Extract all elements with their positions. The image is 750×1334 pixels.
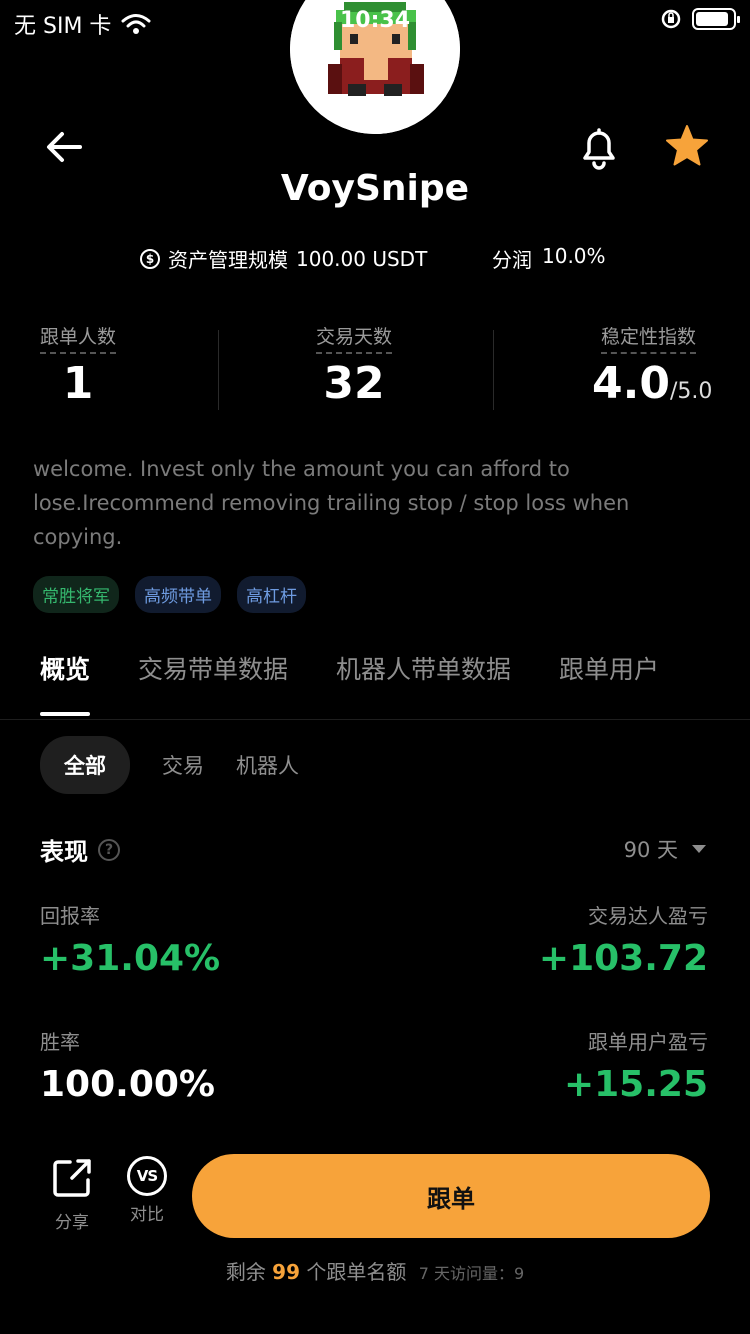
- bell-icon: [583, 128, 615, 170]
- performance-title: 表现: [40, 838, 88, 866]
- trading-days-value: 32: [323, 358, 385, 409]
- profit-share-value: 10.0%: [542, 244, 606, 268]
- profit-share-label: 分润: [492, 248, 532, 272]
- aum-value: 100.00 USDT: [296, 246, 428, 271]
- visits-count: 7 天访问量：9: [418, 1264, 525, 1283]
- stability-label: 稳定性指数: [600, 322, 696, 354]
- profit-share-info: 分润 10.0%: [492, 244, 606, 273]
- star-icon: [666, 125, 708, 166]
- notification-button[interactable]: [572, 120, 626, 174]
- compare-button[interactable]: VS 对比: [122, 1156, 172, 1225]
- sub-tabs: 全部 交易 机器人: [40, 736, 299, 794]
- trader-name: VoySnipe: [280, 168, 470, 209]
- help-icon[interactable]: ?: [98, 838, 120, 861]
- tabs-divider: [0, 719, 750, 720]
- arrow-left-icon: [47, 132, 82, 162]
- share-label: 分享: [55, 1213, 89, 1233]
- subtab-bot[interactable]: 机器人: [236, 750, 299, 780]
- trader-tags: 常胜将军 高频带单 高杠杆: [33, 576, 306, 613]
- vs-icon: VS: [127, 1156, 167, 1196]
- period-value: 90 天: [623, 838, 678, 862]
- stability-value: 4.0: [592, 358, 670, 409]
- win-rate-label: 胜率: [40, 1030, 80, 1054]
- aum-label: 资产管理规模: [168, 248, 288, 272]
- copier-pnl-label: 跟单用户盈亏: [588, 1030, 708, 1054]
- stat-divider: [218, 330, 219, 410]
- subtab-trade[interactable]: 交易: [162, 750, 204, 780]
- trader-pnl-label: 交易达人盈亏: [588, 904, 708, 928]
- favorite-button[interactable]: [660, 120, 714, 174]
- stability-value-row: 4.0/5.0: [592, 358, 712, 409]
- tab-bot-data[interactable]: 机器人带单数据: [336, 650, 511, 716]
- trading-days-label: 交易天数: [316, 322, 393, 354]
- share-button[interactable]: 分享: [44, 1156, 100, 1233]
- quota-info: 剩余 99 个跟单名额 7 天访问量：9: [0, 1256, 750, 1285]
- trading-days-stat[interactable]: 交易天数 32: [316, 322, 393, 409]
- main-tabs: 概览 交易带单数据 机器人带单数据 跟单用户: [40, 650, 659, 716]
- copy-trade-button[interactable]: 跟单: [192, 1154, 710, 1238]
- tag-badge: 高频带单: [135, 576, 221, 613]
- stat-divider: [493, 330, 494, 410]
- tab-trade-data[interactable]: 交易带单数据: [138, 650, 288, 716]
- quota-suffix: 个跟单名额: [306, 1260, 407, 1284]
- stability-max: /5.0: [669, 379, 713, 404]
- aum-info: $ 资产管理规模 100.00 USDT: [140, 244, 427, 273]
- copier-pnl-value: +15.25: [563, 1064, 708, 1105]
- trader-description: welcome. Invest only the amount you can …: [33, 457, 630, 549]
- stability-stat[interactable]: 稳定性指数 4.0/5.0: [592, 322, 712, 409]
- caret-down-icon: [692, 845, 706, 853]
- followers-stat[interactable]: 跟单人数 1: [40, 322, 117, 409]
- roi-value: +31.04%: [40, 938, 221, 979]
- trader-pnl-value: +103.72: [538, 938, 708, 979]
- tab-copiers[interactable]: 跟单用户: [559, 650, 659, 716]
- tag-badge: 常胜将军: [33, 576, 119, 613]
- period-selector[interactable]: 90 天: [624, 834, 706, 864]
- followers-label: 跟单人数: [40, 322, 117, 354]
- trader-profile-page: 无 SIM 卡 10:34 VoySnipe $ 资产管理规模 100.00 U…: [0, 0, 750, 1334]
- back-button[interactable]: [40, 122, 90, 172]
- followers-value: 1: [62, 358, 94, 409]
- tag-badge: 高杠杆: [237, 576, 306, 613]
- tab-overview[interactable]: 概览: [40, 650, 91, 716]
- share-icon: [53, 1159, 91, 1197]
- compare-label: 对比: [130, 1205, 164, 1225]
- performance-header: 表现 ?: [40, 832, 120, 867]
- win-rate-value: 100.00%: [40, 1064, 215, 1105]
- roi-label: 回报率: [40, 904, 100, 928]
- quota-count: 99: [272, 1260, 301, 1284]
- trader-meta: $ 资产管理规模 100.00 USDT 分润 10.0%: [0, 244, 750, 274]
- clock: 10:34: [339, 8, 411, 33]
- coin-icon: $: [140, 248, 160, 269]
- subtab-all[interactable]: 全部: [40, 736, 130, 794]
- quota-prefix: 剩余: [225, 1260, 266, 1284]
